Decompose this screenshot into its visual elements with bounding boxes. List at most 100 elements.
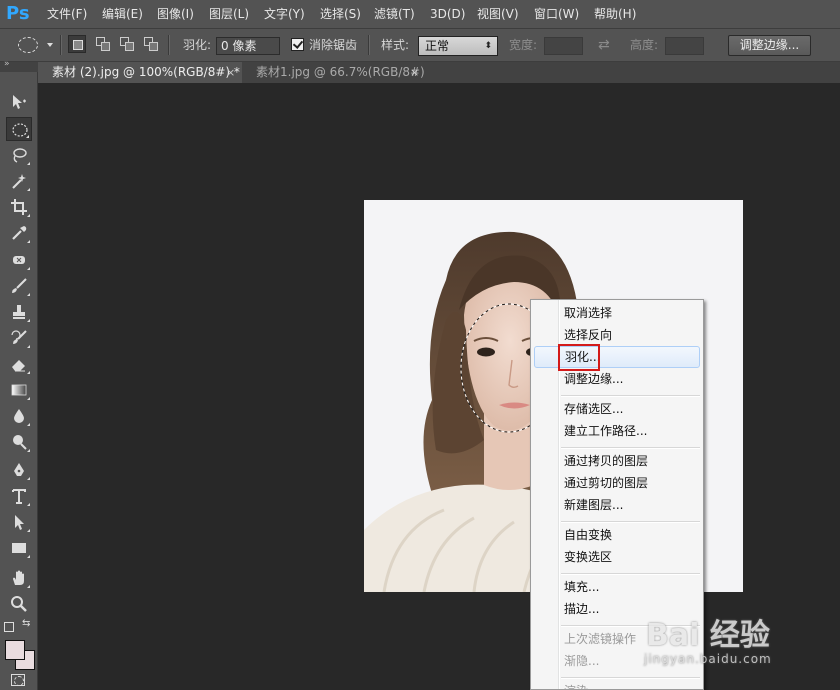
divider (60, 35, 62, 55)
menu-help[interactable]: 帮助(H) (594, 0, 636, 28)
highlight-box (558, 344, 600, 371)
pen-tool[interactable] (6, 458, 32, 482)
crop-tool[interactable] (6, 195, 32, 219)
rectangle-tool[interactable] (6, 536, 32, 560)
toolbox: » ⇆ (0, 59, 38, 690)
menu-item-inverse[interactable]: 选择反向 (534, 324, 700, 346)
move-tool[interactable] (6, 90, 32, 114)
swap-colors-icon[interactable]: ⇆ (22, 618, 30, 629)
stamp-icon (13, 305, 25, 319)
watermark-logo: Bai 经验 (646, 618, 770, 653)
close-icon[interactable]: × (410, 62, 419, 83)
hand-icon (13, 570, 24, 585)
menu-item-fill[interactable]: 填充... (534, 576, 700, 598)
tab-document-2[interactable]: 素材1.jpg @ 66.7%(RGB/8#) × (242, 62, 425, 83)
feather-label: 羽化: (183, 38, 212, 52)
refine-edge-button[interactable]: 调整边缘... (728, 35, 811, 56)
menu-item-free-transform[interactable]: 自由变换 (534, 524, 700, 546)
tool-flyout-icon (27, 397, 30, 400)
tool-flyout-icon (27, 214, 30, 217)
eraser-icon (12, 360, 25, 372)
menu-item-save-selection[interactable]: 存储选区... (534, 398, 700, 420)
toolbox-header[interactable]: » (0, 59, 38, 72)
style-select-value: 正常 (425, 39, 450, 53)
type-tool[interactable] (6, 484, 32, 508)
style-select[interactable]: 正常 ⬍ (418, 36, 498, 56)
tool-flyout-icon (27, 555, 30, 558)
divider (168, 35, 170, 55)
clone-stamp-tool[interactable] (6, 300, 32, 324)
tool-flyout-icon (26, 135, 29, 138)
menu-item-layer-via-copy[interactable]: 通过拷贝的图层 (534, 450, 700, 472)
path-selection-icon (15, 515, 24, 530)
intersect-selection-icon-part (149, 42, 158, 51)
zoom-tool[interactable] (6, 592, 32, 616)
lasso-tool[interactable] (6, 143, 32, 167)
foreground-color-swatch[interactable] (5, 640, 25, 660)
menu-edit[interactable]: 编辑(E) (102, 0, 143, 28)
swap-width-height-icon: ⇄ (598, 37, 610, 53)
tab-label: 素材 (2).jpg @ 100%(RGB/8#) * (52, 65, 240, 79)
watermark: Bai 经验 jingyan.baidu.com (640, 610, 840, 690)
document-tab-bar: 素材 (2).jpg @ 100%(RGB/8#) * × 素材1.jpg @ … (38, 62, 840, 83)
tool-flyout-icon (27, 240, 30, 243)
menu-separator (561, 395, 700, 397)
tool-flyout-icon (27, 319, 30, 322)
menu-3d[interactable]: 3D(D) (430, 0, 465, 28)
pen-icon (14, 463, 24, 476)
menu-item-refine-edge[interactable]: 调整边缘... (534, 368, 700, 390)
menu-item-new-layer[interactable]: 新建图层... (534, 494, 700, 516)
height-input (665, 37, 704, 55)
menu-item-deselect[interactable]: 取消选择 (534, 302, 700, 324)
antialias-checkbox[interactable] (291, 38, 304, 51)
tab-document-1[interactable]: 素材 (2).jpg @ 100%(RGB/8#) * × (38, 62, 242, 83)
elliptical-marquee-tool[interactable] (6, 117, 32, 141)
menu-filter[interactable]: 滤镜(T) (374, 0, 415, 28)
history-brush-tool[interactable] (6, 326, 32, 350)
path-selection-tool[interactable] (6, 510, 32, 534)
brush-tool[interactable] (6, 274, 32, 298)
collapse-icon[interactable]: » (4, 59, 10, 69)
eraser-tool[interactable] (6, 352, 32, 376)
subtract-selection-button[interactable] (118, 35, 136, 53)
feather-input[interactable]: 0 像素 (216, 37, 280, 55)
hand-tool[interactable] (6, 566, 32, 590)
quick-mask-icon[interactable] (11, 674, 25, 686)
menu-select[interactable]: 选择(S) (320, 0, 361, 28)
preset-dropdown-arrow-icon[interactable] (47, 43, 53, 47)
menu-item-transform-selection[interactable]: 变换选区 (534, 546, 700, 568)
droplet-icon (14, 409, 24, 423)
menu-view[interactable]: 视图(V) (477, 0, 519, 28)
style-label: 样式: (381, 38, 410, 52)
blur-tool[interactable] (6, 404, 32, 428)
tool-flyout-icon (27, 529, 30, 532)
menu-image[interactable]: 图像(I) (157, 0, 194, 28)
healing-brush-tool[interactable] (6, 248, 32, 272)
lasso-icon (13, 148, 27, 163)
menu-type[interactable]: 文字(Y) (264, 0, 305, 28)
new-selection-icon (73, 40, 83, 50)
brush-icon (12, 278, 27, 293)
menu-item-make-work-path[interactable]: 建立工作路径... (534, 420, 700, 442)
menu-file[interactable]: 文件(F) (47, 0, 87, 28)
dodge-tool[interactable] (6, 430, 32, 454)
history-brush-icon (11, 330, 27, 344)
magic-wand-tool[interactable] (6, 169, 32, 193)
add-selection-icon-part (101, 42, 110, 51)
tool-flyout-icon (27, 293, 30, 296)
default-colors-icon[interactable] (4, 622, 14, 632)
menu-window[interactable]: 窗口(W) (534, 0, 579, 28)
close-icon[interactable]: × (226, 62, 235, 83)
eyedropper-tool[interactable] (6, 221, 32, 245)
tool-flyout-icon (27, 267, 30, 270)
menu-separator (561, 573, 700, 575)
menu-layer[interactable]: 图层(L) (209, 0, 249, 28)
menu-item-layer-via-cut[interactable]: 通过剪切的图层 (534, 472, 700, 494)
new-selection-button[interactable] (68, 35, 86, 53)
intersect-selection-button[interactable] (142, 35, 160, 53)
add-to-selection-button[interactable] (94, 35, 112, 53)
gradient-tool[interactable] (6, 378, 32, 402)
menu-bar: Ps 文件(F) 编辑(E) 图像(I) 图层(L) 文字(Y) 选择(S) 滤… (0, 0, 840, 28)
move-icon (13, 95, 26, 109)
tool-preset-ellipse-icon[interactable] (18, 37, 38, 53)
